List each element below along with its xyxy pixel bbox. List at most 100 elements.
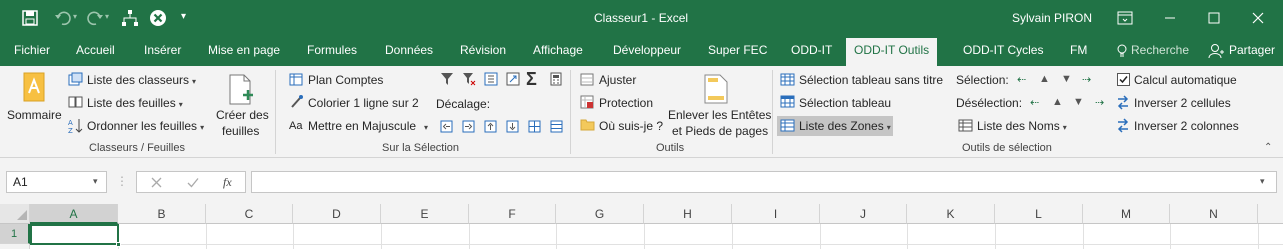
sort-filter-icon[interactable] [484,72,498,86]
select-down-arrow-icon[interactable]: ▼ [1061,73,1072,85]
tab-odd-it-cycles[interactable]: ODD-IT Cycles [963,42,1043,62]
tab-data[interactable]: Données [385,42,433,62]
cancel-x-icon[interactable] [151,177,162,188]
hierarchy-icon[interactable] [121,9,139,27]
invert-columns-button[interactable]: Inverser 2 colonnes [1134,119,1239,133]
collapse-ribbon-icon[interactable]: ⌃ [1264,142,1272,153]
filter-clear-icon[interactable] [462,72,476,86]
list-workbooks-button[interactable]: Liste des classeurs ▾ [87,73,196,89]
sort-sheets-button[interactable]: Ordonner les feuilles ▾ [87,119,204,135]
undo-dropdown-icon[interactable]: ▾ [73,12,77,21]
shift-up-icon[interactable] [484,120,497,133]
save-icon[interactable] [22,10,38,26]
enter-check-icon[interactable] [187,177,199,188]
tab-odd-it-outils[interactable]: ODD-IT Outils [846,38,938,66]
calculator-icon[interactable] [550,72,562,86]
formula-bar-grip-icon: ⋮ [116,174,128,188]
tab-formulas[interactable]: Formules [307,42,357,62]
column-header-j[interactable]: J [820,204,907,224]
deselect-up-arrow-icon[interactable]: ▲ [1052,96,1063,108]
tab-super-fec[interactable]: Super FEC [708,42,767,62]
column-header-g[interactable]: G [556,204,644,224]
select-up-arrow-icon[interactable]: ▲ [1039,73,1050,85]
redo-dropdown-icon[interactable]: ▾ [105,12,109,21]
maximize-icon[interactable] [1207,11,1221,25]
row-header-2[interactable] [0,244,30,249]
column-header-k[interactable]: K [907,204,995,224]
ribbon-display-icon[interactable] [1117,11,1133,25]
insert-function-icon[interactable]: fx [223,175,232,190]
select-left-arrow-icon[interactable]: ⇠ [1017,73,1026,86]
column-header-d[interactable]: D [293,204,381,224]
select-right-arrow-icon[interactable]: ⇢ [1082,73,1091,86]
active-cell-a1[interactable] [30,224,119,245]
close-circle-icon[interactable] [149,9,167,27]
select-table-button[interactable]: Sélection tableau [799,96,891,110]
select-table-untitled-button[interactable]: Sélection tableau sans titre [799,73,943,87]
user-name[interactable]: Sylvain PIRON [1012,11,1092,25]
autocalc-label[interactable]: Calcul automatique [1134,73,1237,87]
adjust-button[interactable]: Ajuster [599,73,636,87]
tab-developer[interactable]: Développeur [613,42,681,62]
tab-fm[interactable]: FM [1070,42,1087,62]
redo-icon[interactable] [86,10,104,26]
where-am-i-button[interactable]: Où suis-je ? [599,119,663,133]
deselect-right-arrow-icon[interactable]: ⇢ [1095,96,1104,109]
column-header-c[interactable]: C [206,204,293,224]
column-header-l[interactable]: L [995,204,1083,224]
tab-review[interactable]: Révision [460,42,506,62]
create-sheets-label-2[interactable]: feuilles [222,124,259,138]
expand-formula-icon[interactable]: ▾ [1260,176,1265,187]
remove-headers-label-1[interactable]: Enlever les Entêtes [668,108,771,122]
remove-headers-label-2[interactable]: et Pieds de pages [672,124,768,138]
shift-label: Décalage: [436,97,491,111]
shift-cells-icon[interactable] [528,120,541,133]
shift-right-icon[interactable] [462,120,475,133]
sum-icon[interactable]: Σ [526,69,537,90]
name-box[interactable]: A1 ▾ [6,171,107,193]
shift-left-icon[interactable] [440,120,453,133]
column-header-n[interactable]: N [1170,204,1258,224]
tab-file[interactable]: Fichier [14,42,50,62]
fill-handle[interactable] [116,242,121,247]
summary-button[interactable]: Sommaire [7,108,62,122]
search-tell-me[interactable]: Recherche [1131,42,1189,62]
tab-home[interactable]: Accueil [76,42,115,62]
select-all-corner[interactable] [0,204,30,224]
undo-icon[interactable] [54,10,72,26]
formula-input[interactable]: ▾ [251,171,1277,193]
autocalc-checkbox[interactable] [1117,73,1130,86]
chevron-down-icon[interactable]: ▾ [93,176,98,187]
list-sheets-button[interactable]: Liste des feuilles ▾ [87,96,183,112]
column-header-a[interactable]: A [30,204,118,224]
column-header-i[interactable]: I [732,204,820,224]
create-sheets-label-1[interactable]: Créer des [216,108,269,122]
row-header-1[interactable]: 1 [0,224,30,244]
cell-link-icon[interactable] [506,72,520,86]
column-header-b[interactable]: B [118,204,206,224]
minimize-icon[interactable] [1163,11,1177,25]
column-header-h[interactable]: H [644,204,732,224]
filter-icon[interactable] [440,72,454,86]
tab-page-layout[interactable]: Mise en page [208,42,280,62]
invert-cells-button[interactable]: Inverser 2 cellules [1134,96,1231,110]
names-list-button[interactable]: Liste des Noms ▾ [977,119,1067,135]
color-rows-button[interactable]: Colorier 1 ligne sur 2 [308,96,419,110]
customize-qat-icon[interactable]: ▾ [181,11,186,22]
uppercase-button[interactable]: Mettre en Majuscule ▾ [308,119,428,135]
chart-of-accounts-button[interactable]: Plan Comptes [308,73,383,87]
column-header-f[interactable]: F [469,204,556,224]
tab-odd-it[interactable]: ODD-IT [791,42,832,62]
tab-view[interactable]: Affichage [533,42,583,62]
shift-down-icon[interactable] [506,120,519,133]
deselect-left-arrow-icon[interactable]: ⇠ [1030,96,1039,109]
column-header-e[interactable]: E [381,204,469,224]
shift-grid-icon[interactable] [550,120,563,133]
deselect-down-arrow-icon[interactable]: ▼ [1073,96,1084,108]
protection-button[interactable]: Protection [599,96,653,110]
share-button[interactable]: Partager [1229,42,1275,62]
column-header-m[interactable]: M [1083,204,1170,224]
close-icon[interactable] [1251,11,1265,25]
tab-insert[interactable]: Insérer [144,42,181,62]
gridline [995,224,996,249]
